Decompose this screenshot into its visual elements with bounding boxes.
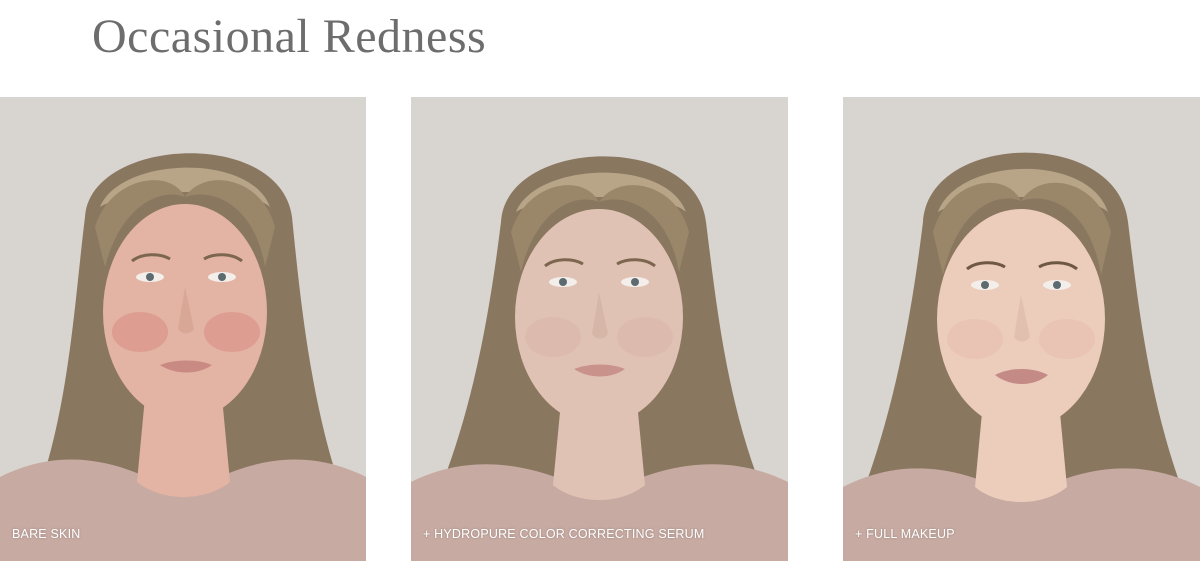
portrait-photo-full-makeup: + FULL MAKEUP <box>843 97 1200 561</box>
portrait-illustration <box>843 97 1200 561</box>
photo-caption: + FULL MAKEUP <box>855 527 955 541</box>
portrait-illustration <box>0 97 366 561</box>
portrait-illustration <box>411 97 788 561</box>
page-title: Occasional Redness <box>92 10 487 63</box>
photo-caption: + HYDROPURE COLOR CORRECTING SERUM <box>423 527 705 541</box>
portrait-photo-bare-skin: BARE SKIN <box>0 97 366 561</box>
portrait-photo-serum: + HYDROPURE COLOR CORRECTING SERUM <box>411 97 788 561</box>
photo-caption: BARE SKIN <box>12 527 81 541</box>
